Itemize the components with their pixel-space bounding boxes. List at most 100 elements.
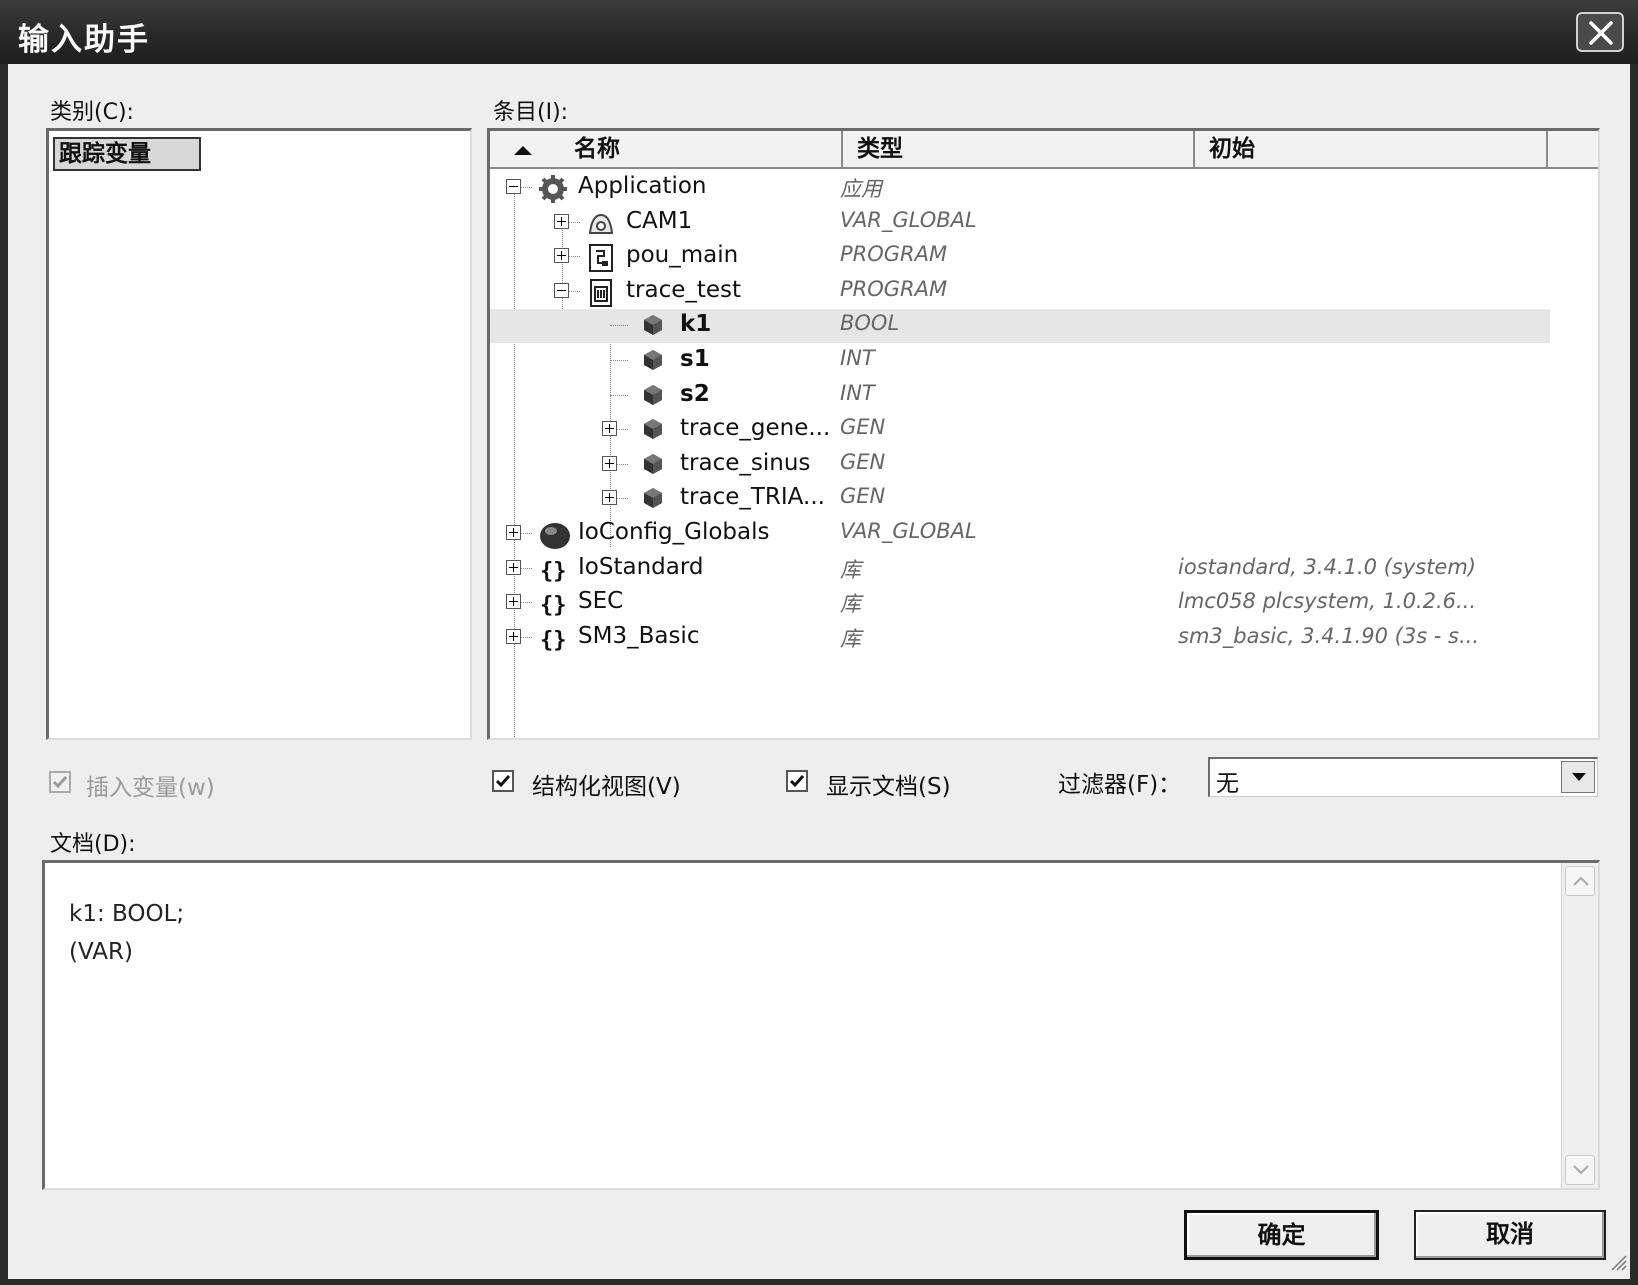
tree-row[interactable]: trace_sinus GEN [490,448,1550,482]
expand-icon[interactable] [554,248,569,264]
globe-icon [538,520,570,550]
tree-row-name: trace_TRIA... [680,484,825,511]
show-docs-checkbox[interactable] [786,770,808,792]
tree-row[interactable]: {} IoStandard 库 iostandard, 3.4.1.0 (system… [490,552,1550,586]
library-braces-icon: {} [538,624,568,654]
tree-row-type: BOOL [840,311,900,336]
tree-row-type: VAR_GLOBAL [840,519,977,543]
documentation-scrollbar[interactable] [1561,863,1598,1188]
expand-icon[interactable] [506,525,521,540]
tree-row-type: PROGRAM [840,276,948,301]
tree-row-type: INT [840,346,875,370]
title-bar: 输入助手 [0,0,1638,64]
tree-row[interactable]: {} SM3_Basic 库 sm3_basic, 3.4.1.90 (3s - s.… [490,621,1550,655]
tree-row-name: CAM1 [626,207,693,234]
filter-dropdown-button[interactable] [1561,761,1595,793]
resize-grip-icon[interactable] [1608,1252,1628,1272]
checkmark-icon [789,775,805,788]
tree-line [610,394,628,396]
cancel-button[interactable]: 取消 [1414,1210,1606,1260]
category-list[interactable]: 跟踪变量 [46,128,472,740]
tree-row-name: k1 [680,311,712,338]
tree-row-name: trace_gene... [680,415,831,442]
sort-ascending-icon [514,146,532,155]
column-header-filler [1548,131,1598,169]
scroll-up-button[interactable] [1565,866,1595,896]
tree-row-type: 库 [840,592,861,617]
window-border-bottom [0,1279,1638,1285]
variable-icon [640,451,670,481]
expand-icon[interactable] [602,455,617,471]
tree-row[interactable]: CAM1 VAR_GLOBAL [490,206,1550,240]
insert-variable-checkbox[interactable] [49,771,71,793]
structured-view-checkbox[interactable] [492,770,514,792]
window-border-left [0,64,8,1285]
collapse-icon[interactable] [554,282,569,298]
library-braces-icon: {} [538,589,568,619]
tree-row-name: SM3_Basic [578,622,700,649]
expand-icon[interactable] [506,594,521,610]
tree-row[interactable]: {} SEC 库 lmc058 plcsystem, 1.0.2.6... [490,586,1550,620]
filter-select-value: 无 [1216,771,1239,797]
column-header-init[interactable]: 初始 [1195,131,1548,169]
svg-text:{}: {} [540,593,567,618]
column-header-name[interactable]: 名称 [490,131,843,169]
filter-select[interactable]: 无 [1208,757,1598,797]
tree-row-name: s2 [680,380,710,407]
tree-row[interactable]: s1 INT [490,344,1550,378]
expand-icon[interactable] [602,490,617,506]
variable-icon [640,416,670,446]
tree-row[interactable]: trace_TRIA... GEN [490,482,1550,516]
collapse-icon[interactable] [506,179,521,194]
documentation-text: k1: BOOL; (VAR) [69,901,185,965]
close-button[interactable] [1576,12,1624,52]
tree-row[interactable]: Application 应用 [490,171,1550,205]
column-header-type[interactable]: 类型 [843,131,1195,169]
documentation-label: 文档(D): [50,832,136,857]
variable-icon [640,347,670,377]
checkmark-icon [495,775,511,788]
category-item-trace-variables[interactable]: 跟踪变量 [53,137,201,171]
tree-row[interactable]: trace_gene... GEN [490,413,1550,447]
documentation-panel[interactable]: k1: BOOL; (VAR) [42,860,1600,1190]
tree-row-type: 库 [840,557,861,582]
tree-row-name: s1 [680,346,710,372]
entries-tree[interactable]: 名称 类型 初始 Application 应用 CAM1 VAR_GLOBAL pou_… [487,128,1600,740]
structured-view-label: 结构化视图(V) [532,774,681,800]
tree-row-type: 应用 [840,177,882,201]
expand-icon[interactable] [506,559,521,575]
tree-row-type: GEN [840,415,886,440]
entries-label: 条目(I): [493,100,569,125]
tree-row-type: 库 [840,626,861,651]
tree-row-name: trace_test [626,276,742,303]
cam-icon [586,209,616,239]
expand-icon[interactable] [554,213,569,229]
show-docs-label: 显示文档(S) [826,774,951,800]
tree-row-name: pou_main [626,242,739,269]
expand-icon[interactable] [506,628,521,644]
application-gear-icon [538,174,568,204]
tree-row[interactable]: k1 BOOL [490,309,1550,344]
filter-label: 过滤器(F)： [1058,772,1182,798]
tree-row-init: lmc058 plcsystem, 1.0.2.6... [1178,589,1477,614]
ok-button[interactable]: 确定 [1184,1210,1379,1260]
program-icon [586,243,616,273]
tree-row[interactable]: trace_test PROGRAM [490,275,1550,309]
tree-row-type: INT [840,380,875,405]
chevron-down-icon [1573,1165,1589,1175]
close-icon [1589,21,1613,45]
tree-row-name: Application [578,173,707,199]
tree-line [610,360,628,361]
scroll-down-button[interactable] [1565,1155,1595,1185]
tree-row[interactable]: IoConfig_Globals VAR_GLOBAL [490,517,1550,551]
tree-line [610,325,628,327]
category-label: 类别(C): [50,100,134,125]
window-border-right [1630,64,1638,1285]
tree-row-init: sm3_basic, 3.4.1.90 (3s - s... [1178,623,1480,648]
expand-icon[interactable] [602,421,617,437]
tree-row[interactable]: s2 INT [490,379,1550,413]
column-header-name-label: 名称 [574,136,620,162]
tree-row[interactable]: pou_main PROGRAM [490,240,1550,274]
svg-text:{}: {} [540,559,567,584]
variable-icon [640,312,670,342]
